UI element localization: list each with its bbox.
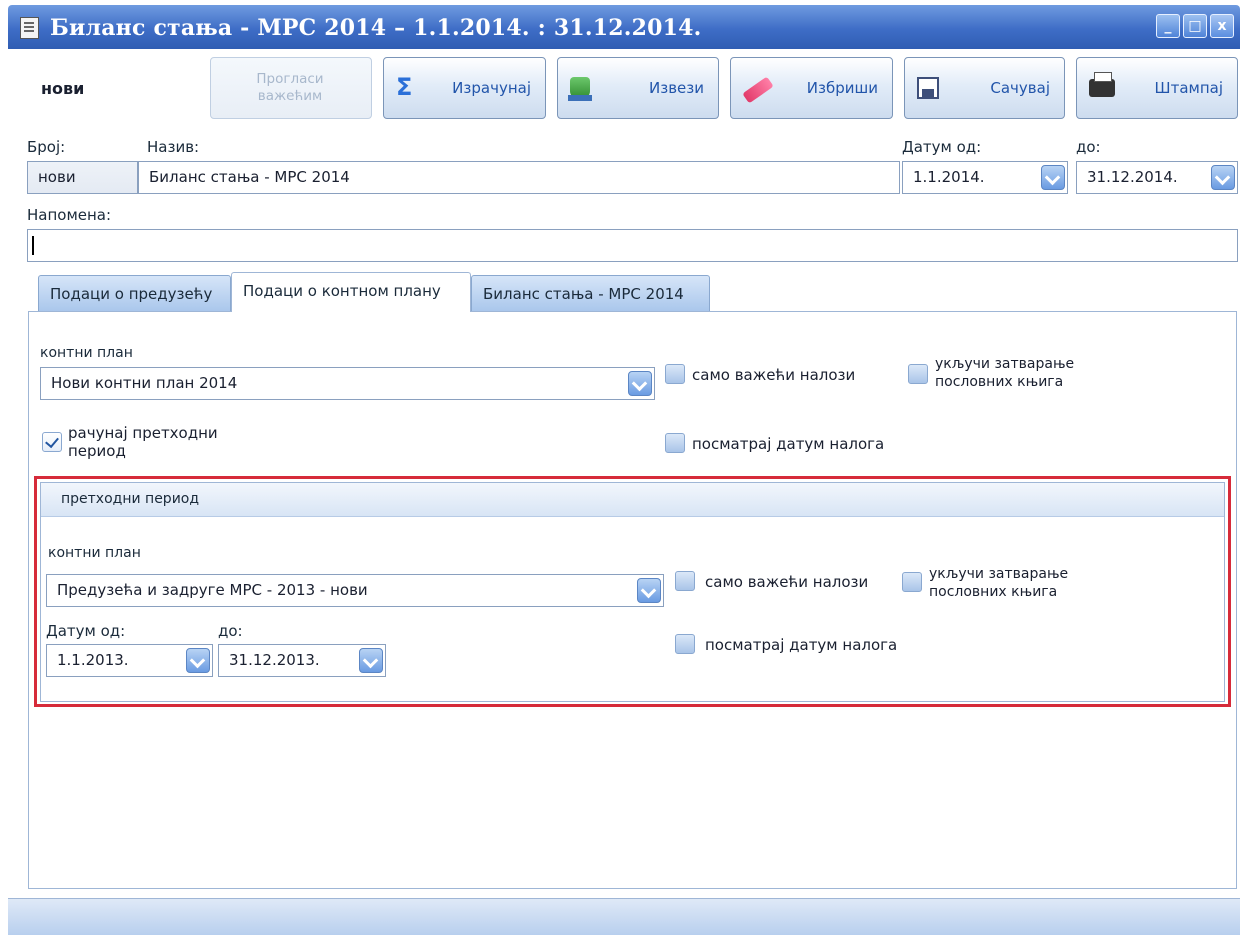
date-from-picker[interactable]: 1.1.2014. [902, 161, 1068, 194]
maximize-button[interactable]: □ [1183, 14, 1207, 38]
save-label: Сачувај [990, 79, 1050, 97]
prev-observe-date-checkbox[interactable] [675, 634, 695, 654]
print-label: Штампај [1154, 79, 1223, 97]
printer-icon [1089, 72, 1115, 97]
window-title: Биланс стања - МРС 2014 – 1.1.2014. : 31… [50, 15, 702, 41]
note-label: Напомена: [27, 206, 112, 224]
prev-date-to-value: 31.12.2013. [229, 651, 320, 669]
note-input[interactable] [27, 229, 1238, 262]
date-to-picker[interactable]: 31.12.2014. [1076, 161, 1238, 194]
sigma-icon: Σ [396, 73, 413, 101]
prev-plan-value: Предузећа и задруге МРС - 2013 - нови [57, 581, 368, 599]
number-field: нови [27, 161, 138, 194]
close-button[interactable]: x [1210, 14, 1234, 38]
only-valid-checkbox[interactable] [665, 364, 685, 384]
observe-date-checkbox[interactable] [665, 433, 685, 453]
prev-date-from-label: Датум од: [46, 622, 126, 640]
prev-plan-select[interactable]: Предузећа и задруге МРС - 2013 - нови [46, 574, 664, 607]
prev-include-closing-line1: укључи затварање [929, 566, 1069, 582]
plan-select[interactable]: Нови контни план 2014 [40, 367, 655, 400]
group-title: претходни период [61, 491, 200, 507]
minimize-button[interactable]: _ [1156, 14, 1180, 38]
export-button[interactable]: Извези [557, 57, 719, 119]
chevron-down-icon[interactable] [1211, 165, 1235, 190]
group-header: претходни период [41, 483, 1224, 517]
text-cursor [32, 236, 34, 255]
name-label: Назив: [147, 138, 200, 156]
date-from-label: Датум од: [902, 138, 982, 156]
prev-plan-label: контни план [48, 545, 141, 561]
number-value: нови [38, 168, 76, 186]
prev-include-closing-checkbox[interactable] [902, 572, 922, 592]
observe-date-label: посматрај датум налога [692, 435, 885, 453]
eraser-icon [742, 76, 774, 104]
chevron-down-icon[interactable] [1041, 165, 1065, 190]
calc-previous-line2: период [68, 442, 126, 460]
chevron-down-icon[interactable] [359, 648, 383, 673]
window-controls: _ □ x [1156, 14, 1234, 38]
chevron-down-icon[interactable] [628, 371, 652, 396]
delete-label: Избриши [806, 79, 878, 97]
declare-valid-label: Прогласи важећим [256, 71, 324, 104]
date-to-label: до: [1076, 138, 1101, 156]
plan-label: контни план [40, 345, 133, 361]
declare-valid-button[interactable]: Прогласи важећим [210, 57, 372, 119]
date-to-value: 31.12.2014. [1087, 168, 1178, 186]
print-button[interactable]: Штампај [1076, 57, 1238, 119]
date-from-value: 1.1.2014. [913, 168, 985, 186]
include-closing-line2: пословних књига [935, 374, 1064, 390]
tab-balance-sheet[interactable]: Биланс стања - МРС 2014 [471, 275, 710, 311]
plan-value: Нови контни план 2014 [51, 374, 238, 392]
name-value: Биланс стања - МРС 2014 [149, 168, 350, 186]
calc-previous-checkbox[interactable] [42, 432, 62, 452]
prev-include-closing-label: укључи затварање пословних књига [929, 565, 1068, 601]
export-label: Извези [649, 79, 704, 97]
delete-button[interactable]: Избриши [730, 57, 893, 119]
only-valid-label: само важећи налози [692, 366, 856, 384]
calculate-label: Израчунај [452, 79, 531, 97]
prev-observe-date-label: посматрај датум налога [705, 636, 898, 654]
number-label: Број: [27, 138, 66, 156]
report-window: Биланс стања - МРС 2014 – 1.1.2014. : 31… [0, 0, 1245, 939]
prev-only-valid-checkbox[interactable] [675, 571, 695, 591]
save-button[interactable]: Сачувај [904, 57, 1065, 119]
tab-company-data[interactable]: Подаци о предузећу [38, 275, 231, 311]
name-input[interactable]: Биланс стања - МРС 2014 [138, 161, 900, 194]
calc-previous-line1: рачунај претходни [68, 424, 218, 442]
calculate-button[interactable]: Σ Израчунај [383, 57, 546, 119]
prev-date-from-picker[interactable]: 1.1.2013. [46, 644, 213, 677]
include-closing-label: укључи затварање пословних књига [935, 355, 1074, 391]
chevron-down-icon[interactable] [637, 578, 661, 603]
export-icon [568, 77, 592, 101]
prev-date-to-picker[interactable]: 31.12.2013. [218, 644, 386, 677]
record-status: нови [41, 79, 85, 98]
prev-only-valid-label: само важећи налози [705, 573, 869, 591]
floppy-disk-icon [917, 77, 939, 99]
prev-date-from-value: 1.1.2013. [57, 651, 129, 669]
document-icon [20, 17, 39, 39]
tab-chart-of-accounts[interactable]: Подаци о контном плану [231, 272, 471, 312]
prev-date-to-label: до: [218, 622, 243, 640]
status-bar [8, 898, 1240, 935]
include-closing-checkbox[interactable] [908, 364, 928, 384]
include-closing-line1: укључи затварање [935, 356, 1075, 372]
prev-include-closing-line2: пословних књига [929, 584, 1058, 600]
chevron-down-icon[interactable] [186, 648, 210, 673]
title-bar[interactable]: Биланс стања - МРС 2014 – 1.1.2014. : 31… [8, 5, 1240, 49]
calc-previous-label: рачунај претходни период [68, 424, 218, 460]
